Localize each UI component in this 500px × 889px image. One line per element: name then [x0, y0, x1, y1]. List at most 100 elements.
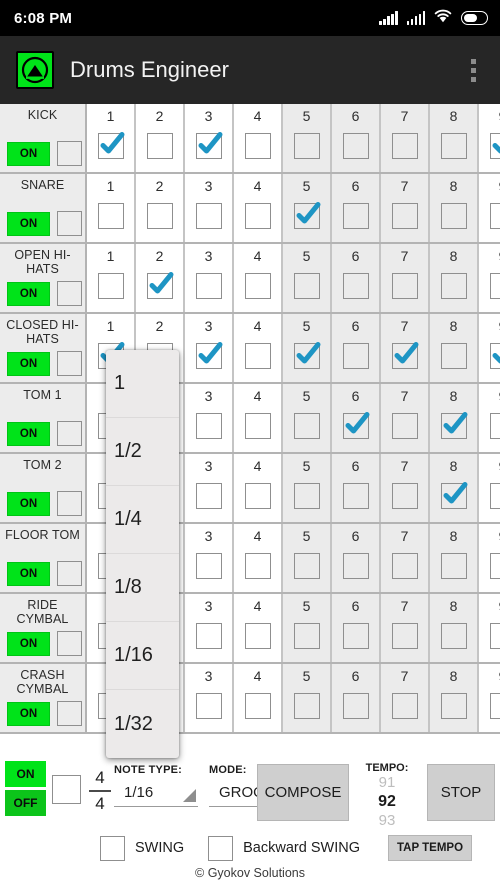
step-cell[interactable]: 4: [234, 524, 283, 592]
step-checkbox[interactable]: [391, 133, 418, 159]
step-cell[interactable]: 4: [234, 314, 283, 382]
stop-button[interactable]: STOP: [427, 764, 495, 821]
drum-power-button[interactable]: ON: [7, 281, 50, 306]
step-checkbox[interactable]: [195, 342, 222, 369]
drum-mute-checkbox[interactable]: [57, 141, 82, 166]
master-off-button[interactable]: OFF: [5, 790, 46, 816]
step-checkbox[interactable]: [342, 553, 369, 579]
step-checkbox[interactable]: [195, 413, 222, 439]
step-cell[interactable]: 8: [430, 454, 479, 522]
step-cell[interactable]: 6: [332, 664, 381, 732]
step-checkbox[interactable]: [391, 623, 418, 649]
step-cell[interactable]: 1: [87, 244, 136, 312]
step-checkbox[interactable]: [195, 483, 222, 509]
drum-mute-checkbox[interactable]: [57, 631, 82, 656]
step-cell[interactable]: 3: [185, 664, 234, 732]
step-cell[interactable]: 6: [332, 174, 381, 242]
master-on-button[interactable]: ON: [5, 761, 46, 787]
drum-mute-checkbox[interactable]: [57, 421, 82, 446]
step-cell[interactable]: 8: [430, 244, 479, 312]
step-checkbox[interactable]: [244, 413, 271, 439]
step-checkbox[interactable]: [293, 483, 320, 509]
step-checkbox[interactable]: [244, 203, 271, 229]
step-checkbox[interactable]: [342, 412, 369, 439]
step-cell[interactable]: 3: [185, 454, 234, 522]
step-cell[interactable]: 2: [136, 174, 185, 242]
step-checkbox[interactable]: [342, 343, 369, 369]
step-checkbox[interactable]: [195, 623, 222, 649]
step-checkbox[interactable]: [195, 553, 222, 579]
dropdown-option[interactable]: 1/32: [106, 690, 179, 758]
step-checkbox[interactable]: [489, 413, 500, 439]
dropdown-option[interactable]: 1: [106, 350, 179, 418]
step-cell[interactable]: 8: [430, 314, 479, 382]
step-checkbox[interactable]: [293, 623, 320, 649]
drum-mute-checkbox[interactable]: [57, 211, 82, 236]
step-cell[interactable]: 5: [283, 594, 332, 662]
step-cell[interactable]: 5: [283, 104, 332, 172]
step-cell[interactable]: 5: [283, 384, 332, 452]
step-checkbox[interactable]: [293, 342, 320, 369]
step-cell[interactable]: 7: [381, 174, 430, 242]
tempo-picker[interactable]: TEMPO: 91 92 93: [352, 762, 422, 830]
step-checkbox[interactable]: [244, 343, 271, 369]
step-checkbox[interactable]: [489, 343, 500, 369]
drum-power-button[interactable]: ON: [7, 491, 50, 516]
dropdown-option[interactable]: 1/16: [106, 622, 179, 690]
step-checkbox[interactable]: [391, 203, 418, 229]
step-checkbox[interactable]: [244, 693, 271, 719]
step-cell[interactable]: 5: [283, 244, 332, 312]
step-cell[interactable]: 8: [430, 594, 479, 662]
dropdown-option[interactable]: 1/4: [106, 486, 179, 554]
dropdown-option[interactable]: 1/2: [106, 418, 179, 486]
step-checkbox[interactable]: [195, 203, 222, 229]
step-checkbox[interactable]: [391, 693, 418, 719]
step-checkbox[interactable]: [244, 483, 271, 509]
step-cell[interactable]: 4: [234, 454, 283, 522]
step-checkbox[interactable]: [440, 553, 467, 579]
step-checkbox[interactable]: [146, 272, 173, 299]
step-checkbox[interactable]: [293, 202, 320, 229]
step-cell[interactable]: 8: [430, 664, 479, 732]
step-cell[interactable]: 7: [381, 314, 430, 382]
step-cell[interactable]: 9: [479, 314, 500, 382]
drum-power-button[interactable]: ON: [7, 141, 50, 166]
overflow-menu-icon[interactable]: [456, 47, 490, 93]
drum-mute-checkbox[interactable]: [57, 561, 82, 586]
step-cell[interactable]: 3: [185, 524, 234, 592]
step-cell[interactable]: 5: [283, 664, 332, 732]
step-cell[interactable]: 5: [283, 174, 332, 242]
step-cell[interactable]: 1: [87, 104, 136, 172]
step-checkbox[interactable]: [440, 623, 467, 649]
step-cell[interactable]: 8: [430, 174, 479, 242]
step-cell[interactable]: 2: [136, 244, 185, 312]
step-checkbox[interactable]: [391, 413, 418, 439]
step-checkbox[interactable]: [342, 623, 369, 649]
step-cell[interactable]: 8: [430, 104, 479, 172]
step-cell[interactable]: 9: [479, 524, 500, 592]
step-checkbox[interactable]: [244, 623, 271, 649]
step-cell[interactable]: 7: [381, 104, 430, 172]
step-cell[interactable]: 7: [381, 454, 430, 522]
step-cell[interactable]: 7: [381, 594, 430, 662]
step-cell[interactable]: 3: [185, 244, 234, 312]
drum-power-button[interactable]: ON: [7, 211, 50, 236]
drum-power-button[interactable]: ON: [7, 351, 50, 376]
step-cell[interactable]: 3: [185, 174, 234, 242]
step-cell[interactable]: 6: [332, 104, 381, 172]
step-checkbox[interactable]: [391, 553, 418, 579]
tempo-previous-value[interactable]: 91: [352, 774, 422, 792]
compose-button[interactable]: COMPOSE: [257, 764, 349, 821]
note-type-dropdown[interactable]: 1 1/2 1/4 1/8 1/16 1/32: [106, 350, 179, 758]
master-checkbox[interactable]: [52, 775, 81, 804]
step-checkbox[interactable]: [440, 693, 467, 719]
backward-swing-checkbox[interactable]: [208, 835, 234, 861]
step-cell[interactable]: 3: [185, 384, 234, 452]
drum-power-button[interactable]: ON: [7, 421, 50, 446]
step-checkbox[interactable]: [489, 693, 500, 719]
step-cell[interactable]: 7: [381, 384, 430, 452]
step-checkbox[interactable]: [391, 342, 418, 369]
step-checkbox[interactable]: [244, 273, 271, 299]
step-checkbox[interactable]: [489, 623, 500, 649]
tempo-current-value[interactable]: 92: [352, 792, 422, 812]
